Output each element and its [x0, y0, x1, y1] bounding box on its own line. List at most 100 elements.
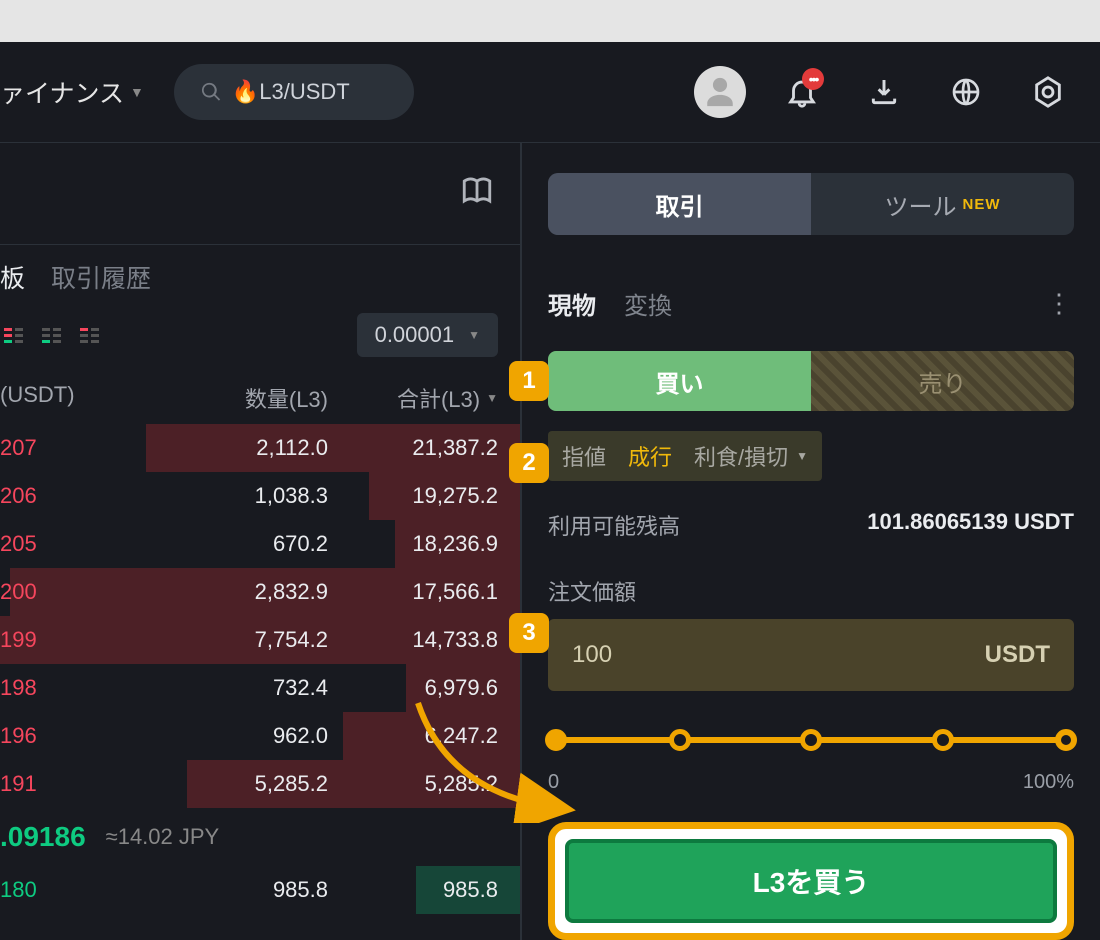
- chevron-down-icon: ▼: [468, 328, 480, 342]
- orderbook-asks: 207 2,112.0 21,387.2 206 1,038.3 19,275.…: [0, 424, 520, 808]
- ordertype-market[interactable]: 成行: [628, 440, 672, 472]
- browser-chrome: [0, 0, 1100, 42]
- available-balance-row: 利用可能残高 101.86065139 USDT: [548, 509, 1074, 551]
- language-button[interactable]: [940, 66, 992, 118]
- settings-button[interactable]: [1022, 66, 1074, 118]
- app-window: ァイナンス ▼ 🔥L3/USDT •••: [0, 42, 1100, 940]
- buy-toggle[interactable]: 買い: [548, 351, 811, 411]
- more-menu-icon[interactable]: ⋮: [1046, 288, 1074, 319]
- ask-price: 200: [0, 579, 160, 605]
- amount-value: 100: [572, 641, 985, 669]
- orderbook-ask-row[interactable]: 196 962.0 6,247.2: [0, 712, 520, 760]
- slider-node-75[interactable]: [932, 729, 954, 751]
- ask-total: 21,387.2: [328, 435, 498, 461]
- slider-node-25[interactable]: [669, 729, 691, 751]
- orderbook-mid-price: .09186 ≈14.02 JPY: [0, 808, 520, 866]
- download-button[interactable]: [858, 66, 910, 118]
- mid-price-approx: ≈14.02 JPY: [106, 824, 220, 850]
- orderbook-ask-row[interactable]: 207 2,112.0 21,387.2: [0, 424, 520, 472]
- ask-total: 17,566.1: [328, 579, 498, 605]
- orderbook-ask-row[interactable]: 198 732.4 6,979.6: [0, 664, 520, 712]
- depth-precision-select[interactable]: 0.00001 ▼: [357, 313, 498, 357]
- order-type-tabs: 指値 成行 利食/損切 ▼: [548, 431, 822, 481]
- buy-button[interactable]: L3を買う: [565, 839, 1057, 923]
- ordertype-stop[interactable]: 利食/損切: [694, 440, 788, 472]
- buy-sell-toggle: 買い 売り: [548, 351, 1074, 411]
- ask-price: 191: [0, 771, 160, 797]
- col-price: (USDT): [0, 382, 160, 414]
- notification-badge: •••: [802, 68, 824, 90]
- ask-price: 198: [0, 675, 160, 701]
- orderbook-ask-row[interactable]: 206 1,038.3 19,275.2: [0, 472, 520, 520]
- chevron-down-icon: ▼: [130, 84, 144, 100]
- orderbook-panel: 板 取引履歴 0.00001 ▼ (USDT) 数量(L3) 合計(L3)▼: [0, 142, 520, 940]
- ask-price: 207: [0, 435, 160, 461]
- ask-price: 205: [0, 531, 160, 557]
- ask-price: 199: [0, 627, 160, 653]
- orderbook-ask-row[interactable]: 199 7,754.2 14,733.8: [0, 616, 520, 664]
- orderbook-bid-row[interactable]: 180 985.8 985.8: [0, 866, 520, 914]
- available-balance-label: 利用可能残高: [548, 509, 680, 541]
- seg-trade[interactable]: 取引: [548, 173, 811, 235]
- mode-spot[interactable]: 現物: [548, 286, 596, 321]
- user-icon: [703, 75, 737, 109]
- chevron-down-icon: ▼: [796, 449, 808, 463]
- slider-max: 100%: [1023, 771, 1074, 794]
- amount-input[interactable]: 100 USDT: [548, 619, 1074, 691]
- ask-qty: 732.4: [160, 675, 328, 701]
- slider-node-50[interactable]: [800, 729, 822, 751]
- step-badge-2: 2: [509, 443, 549, 483]
- step-badge-1: 1: [509, 361, 549, 401]
- search-text: 🔥L3/USDT: [232, 79, 350, 105]
- amount-unit: USDT: [985, 641, 1050, 669]
- ask-total: 6,247.2: [328, 723, 498, 749]
- col-total[interactable]: 合計(L3)▼: [328, 382, 498, 414]
- trade-panel: 取引 ツール NEW 現物 変換 ⋮ 買い 売り 指値 成行 利食/損切 ▼: [520, 142, 1100, 940]
- guide-button[interactable]: [460, 174, 494, 213]
- ask-qty: 2,112.0: [160, 435, 328, 461]
- search-icon: [200, 81, 222, 103]
- orderbook-ask-row[interactable]: 205 670.2 18,236.9: [0, 520, 520, 568]
- ask-qty: 1,038.3: [160, 483, 328, 509]
- ask-qty: 962.0: [160, 723, 328, 749]
- ask-price: 206: [0, 483, 160, 509]
- tab-trade-history[interactable]: 取引履歴: [51, 259, 151, 295]
- orderbook-header: (USDT) 数量(L3) 合計(L3)▼: [0, 362, 520, 424]
- gear-icon: [1031, 75, 1065, 109]
- orderbook-tabs: 板 取引履歴: [0, 244, 520, 308]
- tab-orderbook[interactable]: 板: [0, 259, 25, 295]
- bid-qty: 985.8: [160, 877, 328, 903]
- ask-total: 14,733.8: [328, 627, 498, 653]
- available-balance-value: 101.86065139 USDT: [867, 509, 1074, 551]
- mode-row: 現物 変換 ⋮: [548, 279, 1074, 327]
- percent-slider[interactable]: [548, 721, 1074, 761]
- slider-node-0[interactable]: [545, 729, 567, 751]
- amount-label: 注文価額: [548, 575, 1074, 607]
- orderbook-ask-row[interactable]: 200 2,832.9 17,566.1: [0, 568, 520, 616]
- slider-node-100[interactable]: [1055, 729, 1077, 751]
- view-bids-icon[interactable]: [42, 328, 64, 343]
- ask-total: 5,285.2: [328, 771, 498, 797]
- bid-total: 985.8: [328, 877, 498, 903]
- ordertype-limit[interactable]: 指値: [562, 440, 606, 472]
- col-qty: 数量(L3): [160, 382, 328, 414]
- search-input[interactable]: 🔥L3/USDT: [174, 64, 414, 120]
- seg-tools[interactable]: ツール NEW: [811, 173, 1074, 235]
- download-icon: [868, 76, 900, 108]
- ask-total: 19,275.2: [328, 483, 498, 509]
- mode-convert[interactable]: 変換: [624, 286, 672, 321]
- sell-toggle[interactable]: 売り: [811, 351, 1074, 411]
- slider-labels: 0 100%: [548, 771, 1074, 794]
- orderbook-ask-row[interactable]: 191 5,285.2 5,285.2: [0, 760, 520, 808]
- step-badge-3: 3: [509, 613, 549, 653]
- chevron-down-icon: ▼: [486, 391, 498, 405]
- avatar[interactable]: [694, 66, 746, 118]
- view-asks-icon[interactable]: [80, 328, 102, 343]
- view-both-icon[interactable]: [4, 328, 26, 343]
- ask-total: 18,236.9: [328, 531, 498, 557]
- nav-finance-label: ァイナンス: [0, 74, 124, 110]
- buy-button-highlight: L3を買う: [548, 822, 1074, 940]
- ask-qty: 5,285.2: [160, 771, 328, 797]
- nav-finance-dropdown[interactable]: ァイナンス ▼: [0, 74, 144, 110]
- notifications-button[interactable]: •••: [776, 66, 828, 118]
